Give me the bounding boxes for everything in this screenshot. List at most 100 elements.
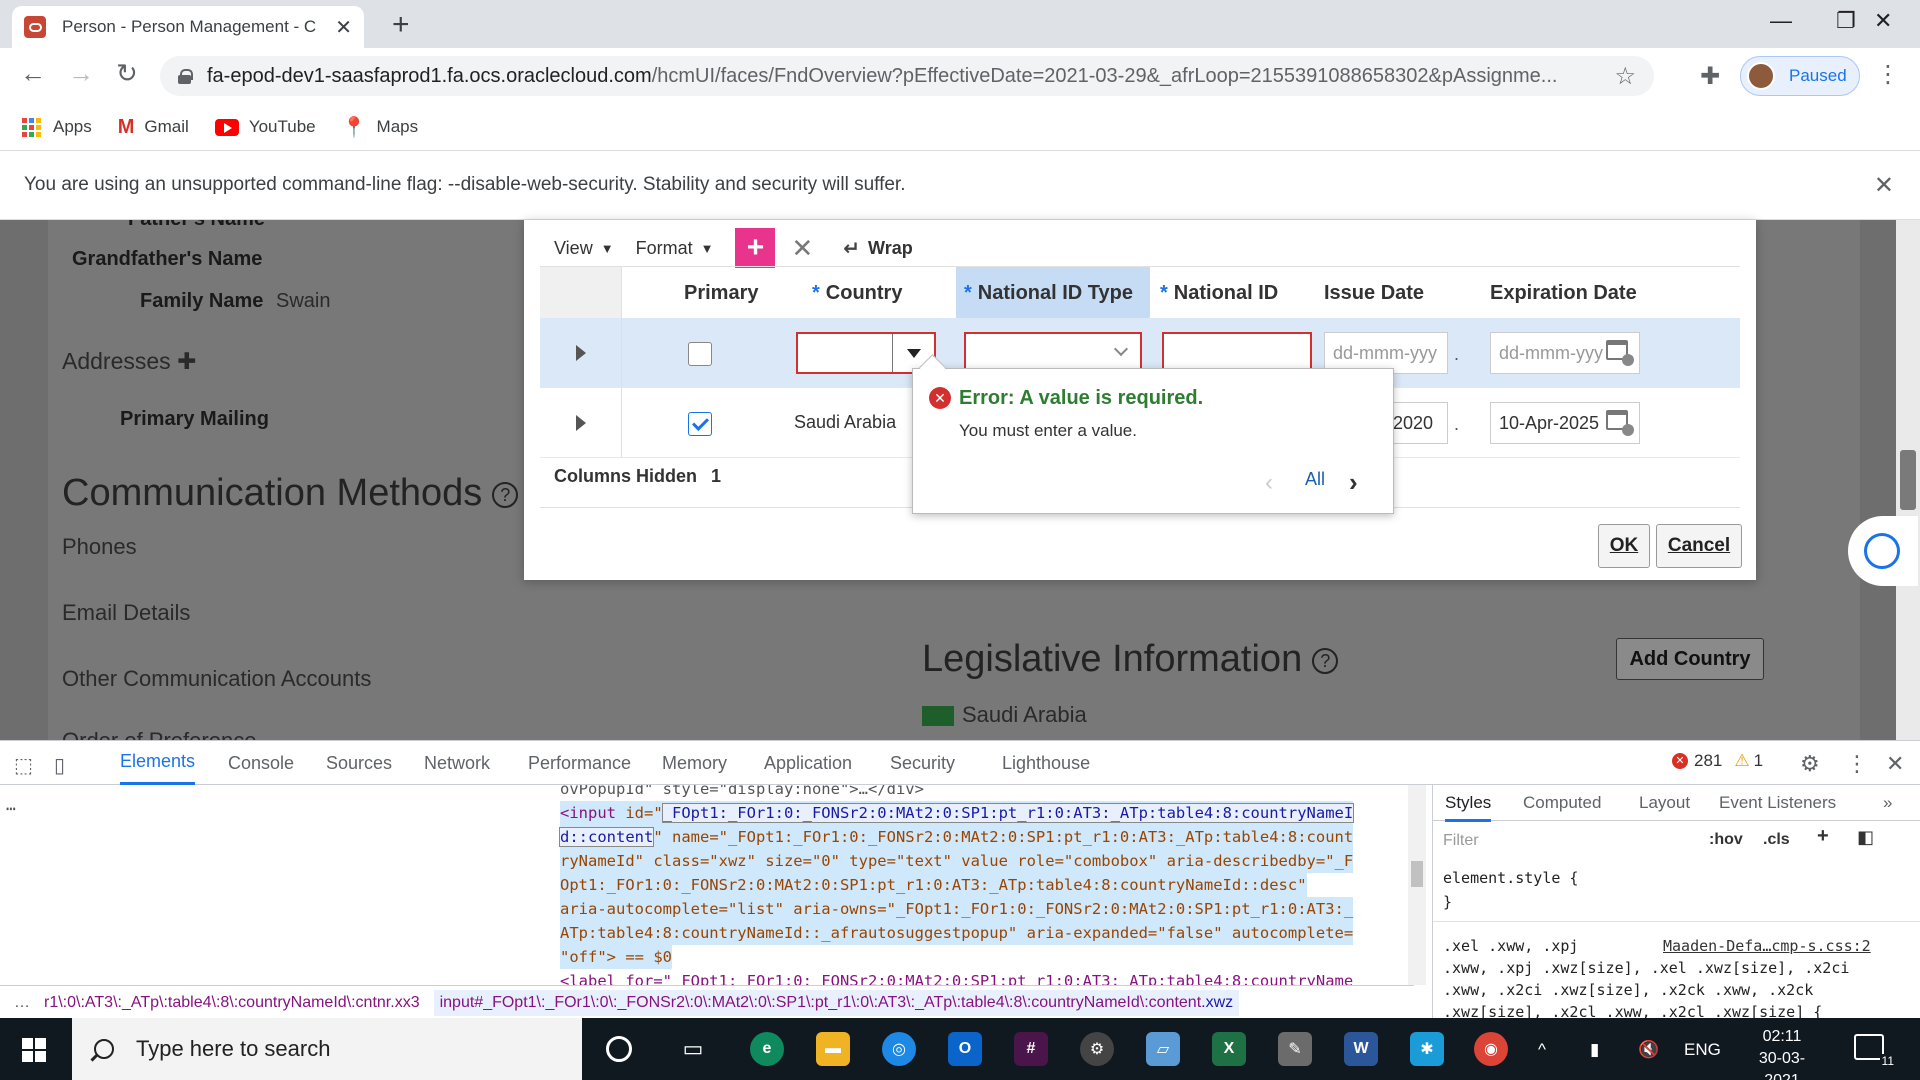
style-selector-line[interactable]: .xww, .x2ci .xwz[size], .x2ck .xww, .x2c… [1443,981,1813,999]
column-header-issue-date[interactable]: Issue Date [1324,267,1424,319]
tab-styles[interactable]: Styles [1445,793,1492,822]
tab-close-icon[interactable]: ✕ [335,15,352,40]
cancel-button[interactable]: Cancel [1656,524,1742,568]
column-header-national-id[interactable]: * National ID [1160,267,1278,319]
addresses-section[interactable]: Addresses ✚ [62,348,196,375]
settings-app-icon[interactable]: ⚙ [1080,1032,1114,1066]
windows-start-icon[interactable] [22,1038,46,1062]
profile-button[interactable]: Paused [1740,56,1860,96]
breadcrumb-item[interactable]: r1\:0\:AT3\:_ATp\:table4\:8\:countryName… [44,994,420,1012]
column-header-primary[interactable]: Primary [684,267,759,319]
bookmark-star-icon[interactable]: ☆ [1614,62,1636,91]
add-address-icon[interactable]: ✚ [177,348,196,374]
dom-line[interactable]: <label for="_FOpt1:_FOr1:0:_FONSr2:0:MAt… [560,969,1353,985]
tab-lighthouse[interactable]: Lighthouse [1002,741,1090,785]
app-icon[interactable]: ✱ [1410,1032,1444,1066]
column-header-national-id-type[interactable]: * National ID Type [956,267,1150,319]
app-icon[interactable]: ◎ [882,1032,916,1066]
phones-link[interactable]: Phones [62,534,137,560]
bookmark-apps[interactable]: Apps [22,117,92,137]
chrome-menu-icon[interactable]: ⋮ [1876,60,1900,89]
microphone-icon[interactable]: ▮ [1590,1040,1599,1060]
dom-line-selected[interactable]: "off"> == $0 [560,945,672,969]
help-icon[interactable]: ? [492,481,519,508]
dom-line-selected[interactable]: ATp:table4:8:countryNameId::_afrautosugg… [560,921,1354,945]
cls-toggle[interactable]: .cls [1763,831,1790,849]
dom-line-selected[interactable]: <input id="_FOpt1:_FOr1:0:_FONSr2:0:MAt2… [560,801,1355,825]
next-message-icon[interactable]: › [1349,467,1358,498]
dom-line-selected[interactable]: Opt1:_FOr1:0:_FONSr2:0:MAt2:0:SP1:pt_r1:… [560,873,1307,897]
calendar-icon[interactable] [1606,340,1634,366]
extensions-puzzle-icon[interactable]: ✚ [1700,62,1720,91]
outlook-icon[interactable]: O [948,1032,982,1066]
bookmark-maps[interactable]: 📍 Maps [342,115,418,140]
chrome-icon[interactable]: ◉ [1474,1032,1508,1066]
elements-dom-tree[interactable]: ⋯ ovPopupId" style="display:none">…</div… [0,785,1414,985]
tab-event-listeners[interactable]: Event Listeners [1719,793,1836,813]
url-text[interactable]: fa-epod-dev1-saasfaprod1.fa.ocs.oraclecl… [207,65,1604,88]
devtools-close-icon[interactable]: ✕ [1886,751,1904,777]
language-indicator[interactable]: ENG [1684,1040,1721,1060]
primary-checkbox[interactable] [688,412,712,436]
column-header-expiration-date[interactable]: Expiration Date [1490,267,1637,319]
row-expand-toggle[interactable] [540,388,622,458]
toggle-sidebar-icon[interactable]: ◧ [1857,827,1874,848]
dom-tree-scrollbar-thumb[interactable] [1411,861,1423,887]
tab-computed[interactable]: Computed [1523,793,1601,813]
chat-assistant-button[interactable] [1848,516,1918,586]
tab-sources[interactable]: Sources [326,741,392,785]
stylesheet-source-link[interactable]: Maaden-Defa…cmp-s.css:2 [1663,937,1871,955]
devtools-issues-badge[interactable]: ✕ 281 ⚠ 1 [1672,751,1763,771]
tab-security[interactable]: Security [890,741,955,785]
breadcrumb-overflow[interactable]: … [14,994,30,1012]
close-window-button[interactable]: ✕ [1874,8,1892,34]
tray-overflow-icon[interactable]: ^ [1538,1040,1546,1060]
system-clock[interactable]: 02:11 30-03-2021 [1742,1026,1822,1080]
cortana-icon[interactable] [606,1036,632,1062]
bookmark-youtube[interactable]: YouTube [214,117,316,137]
tab-layout[interactable]: Layout [1639,793,1690,813]
dom-line-selected[interactable]: ryNameId" class="xwz" size="0" type="tex… [560,849,1354,873]
styles-filter-input[interactable]: Filter [1443,827,1693,855]
more-tabs-icon[interactable]: » [1883,793,1892,813]
dom-line-selected[interactable]: aria-autocomplete="list" aria-owns="_FOp… [560,897,1354,921]
task-view-icon[interactable]: ▭ [676,1032,710,1066]
page-scrollbar-thumb[interactable] [1900,450,1916,510]
tab-application[interactable]: Application [764,741,852,785]
notification-center-icon[interactable]: 11 [1854,1034,1896,1068]
restore-window-button[interactable]: ❐ [1836,8,1856,34]
file-explorer-icon[interactable]: ▬ [816,1032,850,1066]
hov-toggle[interactable]: :hov [1709,831,1743,849]
volume-muted-icon[interactable]: 🔇 [1638,1040,1659,1060]
settings-gear-icon[interactable]: ⚙ [1800,751,1820,777]
dom-line[interactable]: ovPopupId" style="display:none">…</div> [560,785,924,801]
add-row-button[interactable]: + [735,228,776,268]
style-selector-line[interactable]: .xww, .xpj .xwz[size], .xel .xwz[size], … [1443,959,1849,977]
calendar-icon[interactable] [1606,410,1634,436]
ok-button[interactable]: OK [1598,524,1650,568]
email-details-link[interactable]: Email Details [62,600,190,626]
breadcrumb-item-active[interactable]: input#_FOpt1\:_FOr1\:0\:_FONSr2\:0\:MAt2… [433,989,1240,1016]
style-selector-line[interactable]: .xel .xww, .xpj [1443,937,1578,955]
tab-network[interactable]: Network [424,741,490,785]
app-icon[interactable]: ▱ [1146,1032,1180,1066]
column-header-country[interactable]: * Country [812,267,902,319]
lock-icon[interactable] [178,68,193,84]
delete-row-icon[interactable]: ✕ [791,233,813,264]
bookmark-gmail[interactable]: M Gmail [118,116,189,139]
wrap-button[interactable]: ↵ Wrap [843,236,912,261]
app-icon[interactable]: ✎ [1278,1032,1312,1066]
minimize-window-button[interactable]: — [1770,8,1792,34]
address-bar[interactable]: fa-epod-dev1-saasfaprod1.fa.ocs.oraclecl… [160,56,1654,96]
dom-ellipsis[interactable]: ⋯ [6,797,16,821]
new-tab-button[interactable]: + [392,10,410,40]
inspect-element-icon[interactable]: ⬚ [14,753,33,778]
other-communication-accounts-link[interactable]: Other Communication Accounts [62,666,371,692]
back-arrow-icon[interactable]: ← [20,60,46,86]
tab-performance[interactable]: Performance [528,741,631,785]
view-menu[interactable]: View ▼ [554,238,614,259]
slack-icon[interactable]: # [1014,1032,1048,1066]
order-of-preference-link[interactable]: Order of Preference [62,728,256,740]
primary-checkbox[interactable] [688,342,712,366]
tab-console[interactable]: Console [228,741,294,785]
